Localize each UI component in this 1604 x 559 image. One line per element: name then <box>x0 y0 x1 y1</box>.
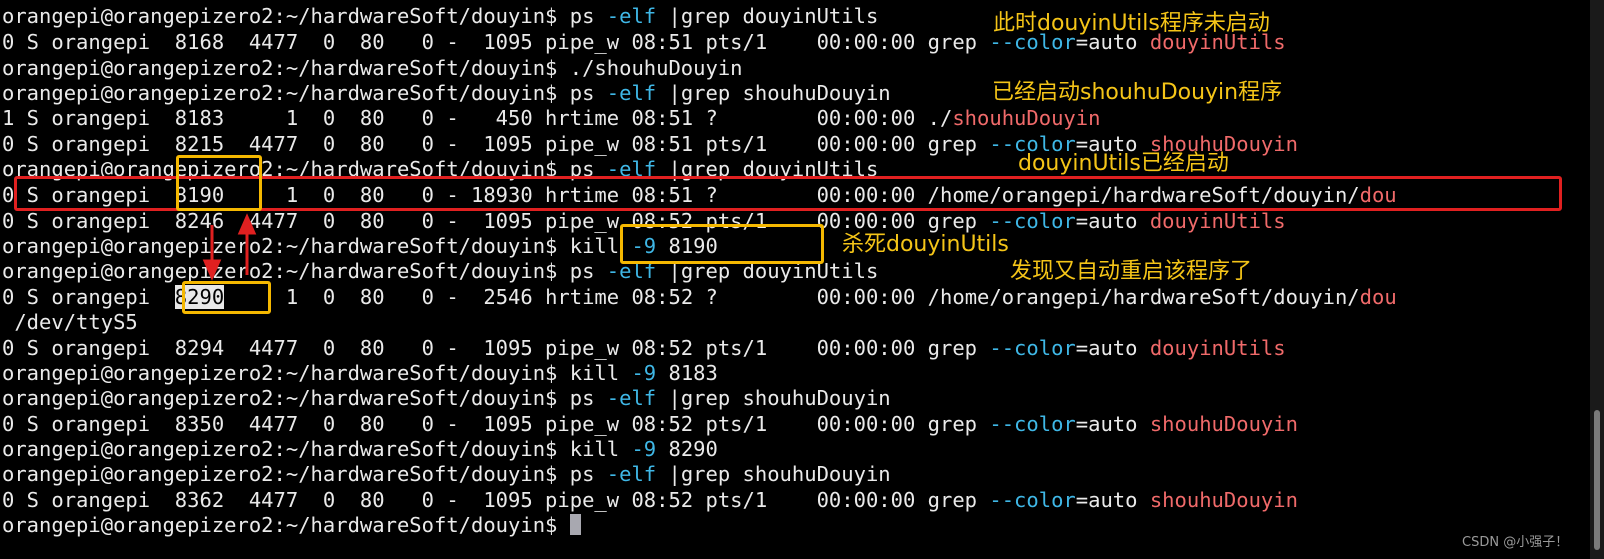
terminal-text: orangepi@orangepizero2:~/hardwareSoft/do… <box>2 462 607 486</box>
scrollbar-thumb[interactable] <box>1594 410 1600 550</box>
command-option: --color <box>989 412 1076 436</box>
terminal-line: orangepi@orangepizero2:~/hardwareSoft/do… <box>2 512 581 538</box>
grep-match: douyinUtils <box>1149 209 1286 233</box>
terminal-text: =auto <box>1075 336 1150 360</box>
annotation-utils-started: douyinUtils已经启动 <box>1018 151 1229 176</box>
terminal-cursor[interactable] <box>569 514 581 535</box>
terminal-line: /dev/ttyS5 <box>2 309 138 335</box>
csdn-watermark: CSDN @小强子！ <box>1462 535 1569 550</box>
terminal-text: 0 S orangepi 8215 4477 0 80 0 - 1095 pip… <box>2 132 990 156</box>
terminal-text: 8183 <box>656 361 718 385</box>
terminal-line: orangepi@orangepizero2:~/hardwareSoft/do… <box>2 55 743 81</box>
terminal-text: orangepi@orangepizero2:~/hardwareSoft/do… <box>2 386 607 410</box>
command-option: -9 <box>631 437 657 461</box>
grep-match: douyinUtils <box>1149 336 1286 360</box>
arrow-down-head <box>202 259 222 281</box>
command-option: -elf <box>606 462 657 486</box>
terminal-text: 0 S orangepi 8350 4477 0 80 0 - 1095 pip… <box>2 412 990 436</box>
terminal-text: orangepi@orangepizero2:~/hardwareSoft/do… <box>2 56 743 80</box>
command-option: -elf <box>606 4 657 28</box>
highlight-box-pid-8190 <box>176 155 262 211</box>
terminal-text: |grep shouhuDouyin <box>656 81 891 105</box>
terminal-text: 0 S orangepi <box>2 285 175 309</box>
terminal-line: 0 S orangepi 8350 4477 0 80 0 - 1095 pip… <box>2 411 1298 437</box>
command-option: -elf <box>606 386 657 410</box>
scrollbar[interactable] <box>1590 0 1604 559</box>
terminal-text: orangepi@orangepizero2:~/hardwareSoft/do… <box>2 234 632 258</box>
terminal-text: orangepi@orangepizero2:~/hardwareSoft/do… <box>2 513 570 537</box>
highlight-box-pid-8290 <box>182 281 271 314</box>
terminal-text: =auto <box>1075 412 1150 436</box>
command-option: --color <box>989 488 1076 512</box>
terminal-text: orangepi@orangepizero2:~/hardwareSoft/do… <box>2 81 607 105</box>
command-option: -9 <box>631 361 657 385</box>
terminal-text: 8290 <box>656 437 718 461</box>
annotation-kill-utils: 杀死douyinUtils <box>842 232 1009 257</box>
terminal-line: 0 S orangepi 8294 4477 0 80 0 - 1095 pip… <box>2 335 1286 361</box>
terminal-line: 0 S orangepi 8362 4477 0 80 0 - 1095 pip… <box>2 487 1298 513</box>
terminal-text: 1 S orangepi 8183 1 0 80 0 - 450 hrtime … <box>2 106 953 130</box>
terminal-text: 0 S orangepi 8362 4477 0 80 0 - 1095 pip… <box>2 488 990 512</box>
terminal-text: |grep shouhuDouyin <box>656 462 891 486</box>
grep-match: shouhuDouyin <box>1149 488 1298 512</box>
terminal-text: =auto <box>1075 209 1150 233</box>
terminal-text: |grep shouhuDouyin <box>656 386 891 410</box>
arrows-pid-change <box>202 213 257 281</box>
terminal-text: 1 0 80 0 - 2546 hrtime 08:52 ? 00:00:00 … <box>224 285 1360 309</box>
grep-match: dou <box>1359 285 1397 309</box>
terminal-text: orangepi@orangepizero2:~/hardwareSoft/do… <box>2 259 607 283</box>
highlight-box-kill-command <box>620 224 824 264</box>
annotation-auto-restart: 发现又自动重启该程序了 <box>1010 259 1253 284</box>
terminal-line: orangepi@orangepizero2:~/hardwareSoft/do… <box>2 360 718 386</box>
terminal-text: orangepi@orangepizero2:~/hardwareSoft/do… <box>2 361 632 385</box>
terminal-text: /dev/ttyS5 <box>2 310 138 334</box>
terminal-text: 0 S orangepi 8246 4477 0 80 0 - 1095 pip… <box>2 209 990 233</box>
terminal-text: 0 S orangepi 8168 4477 0 80 0 - 1095 pip… <box>2 30 990 54</box>
terminal-line: orangepi@orangepizero2:~/hardwareSoft/do… <box>2 461 891 487</box>
grep-match: shouhuDouyin <box>952 106 1101 130</box>
command-option: --color <box>989 336 1076 360</box>
terminal-line: 1 S orangepi 8183 1 0 80 0 - 450 hrtime … <box>2 105 1100 131</box>
command-option: --color <box>989 209 1076 233</box>
terminal-line: orangepi@orangepizero2:~/hardwareSoft/do… <box>2 80 891 106</box>
terminal-line: orangepi@orangepizero2:~/hardwareSoft/do… <box>2 3 878 29</box>
arrow-up-head <box>237 213 257 235</box>
annotation-not-started: 此时douyinUtils程序未启动 <box>993 11 1270 36</box>
terminal-text: |grep douyinUtils <box>656 4 879 28</box>
annotation-shouhu-started: 已经启动shouhuDouyin程序 <box>992 80 1283 105</box>
terminal-text: =auto <box>1075 488 1150 512</box>
terminal-line: orangepi@orangepizero2:~/hardwareSoft/do… <box>2 436 718 462</box>
command-option: -elf <box>606 81 657 105</box>
terminal-line: orangepi@orangepizero2:~/hardwareSoft/do… <box>2 385 891 411</box>
grep-match: shouhuDouyin <box>1149 412 1298 436</box>
terminal-text: orangepi@orangepizero2:~/hardwareSoft/do… <box>2 4 607 28</box>
terminal-text: 0 S orangepi 8294 4477 0 80 0 - 1095 pip… <box>2 336 990 360</box>
terminal-text: orangepi@orangepizero2:~/hardwareSoft/do… <box>2 437 632 461</box>
terminal-line: orangepi@orangepizero2:~/hardwareSoft/do… <box>2 233 718 259</box>
